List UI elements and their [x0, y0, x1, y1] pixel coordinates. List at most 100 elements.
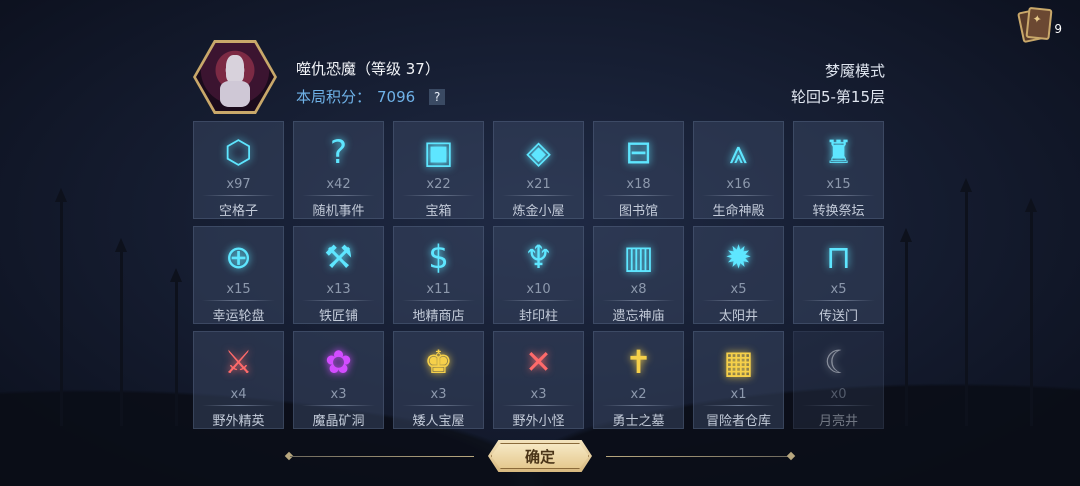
divider-line — [606, 456, 790, 457]
tile-count: x8 — [630, 282, 647, 297]
tile-divider — [302, 195, 375, 196]
tile-divider — [302, 300, 375, 301]
cycle-floor: 轮回5-第15层 — [790, 88, 885, 106]
tile-divider — [502, 300, 575, 301]
tile-divider — [602, 300, 675, 301]
deck-count: 9 — [1054, 22, 1062, 36]
tile-count: x5 — [830, 282, 847, 297]
tile-count: x97 — [226, 177, 251, 192]
crossed-swords-icon: ✕ — [525, 343, 552, 381]
tile-altar[interactable]: ♜ x15 转换祭坛 — [793, 121, 884, 219]
tile-book[interactable]: ⊟ x18 图书馆 — [593, 121, 684, 219]
tile-divider — [502, 195, 575, 196]
tile-divider — [202, 300, 275, 301]
anvil-icon: ⚒ — [324, 238, 353, 276]
tile-label: 矮人宝屋 — [412, 414, 465, 429]
spear-silhouette — [115, 238, 127, 426]
moon-well-icon: ☾ — [824, 343, 853, 381]
tile-label: 图书馆 — [618, 204, 658, 219]
tile-label: 月亮井 — [818, 414, 858, 429]
tile-label: 太阳井 — [718, 309, 758, 324]
tile-count: x13 — [326, 282, 351, 297]
tile-shop[interactable]: $ x11 地精商店 — [393, 226, 484, 324]
portal-icon: ⊓ — [826, 238, 851, 276]
tile-count: x11 — [426, 282, 451, 297]
help-button[interactable]: ? — [429, 89, 446, 105]
tile-sun-well[interactable]: ✹ x5 太阳井 — [693, 226, 784, 324]
tile-label: 冒险者仓库 — [705, 414, 771, 429]
tile-count: x0 — [830, 387, 847, 402]
spear-silhouette — [1025, 198, 1037, 426]
tile-forgotten-shrine[interactable]: ▥ x8 遗忘神庙 — [593, 226, 684, 324]
tile-count: x10 — [526, 282, 551, 297]
tile-label: 随机事件 — [312, 204, 365, 219]
tile-label: 铁匠铺 — [318, 309, 358, 324]
tile-divider — [202, 405, 275, 406]
tile-anvil[interactable]: ⚒ x13 铁匠铺 — [293, 226, 384, 324]
tile-alchemy[interactable]: ◈ x21 炼金小屋 — [493, 121, 584, 219]
tile-divider — [502, 405, 575, 406]
seal-pillar-icon: ♆ — [524, 238, 553, 276]
tile-label: 生命神殿 — [712, 204, 765, 219]
alchemy-icon: ◈ — [526, 133, 551, 171]
tile-seal-pillar[interactable]: ♆ x10 封印柱 — [493, 226, 584, 324]
tile-label: 野外小怪 — [512, 414, 565, 429]
tile-portal[interactable]: ⊓ x5 传送门 — [793, 226, 884, 324]
tile-dwarf-helmet[interactable]: ♚ x3 矮人宝屋 — [393, 331, 484, 429]
tile-divider — [202, 195, 275, 196]
score-line: 本局积分： 7096? — [296, 86, 446, 107]
roulette-icon: ⊕ — [225, 238, 252, 276]
tile-count: x21 — [526, 177, 551, 192]
boss-avatar — [193, 40, 277, 114]
tile-divider — [302, 405, 375, 406]
tile-label: 炼金小屋 — [512, 204, 565, 219]
forgotten-shrine-icon: ▥ — [623, 238, 654, 276]
temple-icon: ⩓ — [729, 133, 748, 171]
dwarf-helmet-icon: ♚ — [424, 343, 453, 381]
tile-question-mark[interactable]: ? x42 随机事件 — [293, 121, 384, 219]
tile-label: 转换祭坛 — [812, 204, 865, 219]
card-deck-button[interactable] — [1017, 6, 1053, 44]
tile-divider — [602, 405, 675, 406]
tile-count: x3 — [430, 387, 447, 402]
tile-crossed-swords[interactable]: ✕ x3 野外小怪 — [493, 331, 584, 429]
crystal-mine-icon: ✿ — [325, 343, 352, 381]
tile-hexagon[interactable]: ⬡ x97 空格子 — [193, 121, 284, 219]
tile-count: x3 — [530, 387, 547, 402]
tile-label: 封印柱 — [518, 309, 558, 324]
card-icon — [1025, 6, 1053, 41]
tile-label: 勇士之墓 — [612, 414, 665, 429]
tile-divider — [702, 195, 775, 196]
warehouse-icon: ▦ — [723, 343, 754, 381]
shop-icon: $ — [428, 238, 449, 276]
tile-divider — [802, 195, 875, 196]
tile-temple[interactable]: ⩓ x16 生命神殿 — [693, 121, 784, 219]
crossed-axes-icon: ⚔ — [224, 343, 253, 381]
tile-count: x15 — [826, 177, 851, 192]
book-icon: ⊟ — [625, 133, 652, 171]
tile-count: x16 — [726, 177, 751, 192]
confirm-button[interactable]: 确定 — [488, 440, 592, 472]
tile-count: x15 — [226, 282, 251, 297]
tile-treasure-chest[interactable]: ▣ x22 宝箱 — [393, 121, 484, 219]
score-value: 7096 — [377, 88, 416, 106]
tile-tombstone[interactable]: ✝ x2 勇士之墓 — [593, 331, 684, 429]
tile-crystal-mine[interactable]: ✿ x3 魔晶矿洞 — [293, 331, 384, 429]
tile-moon-well[interactable]: ☾ x0 月亮井 — [793, 331, 884, 429]
spear-silhouette — [900, 228, 912, 426]
tile-warehouse[interactable]: ▦ x1 冒险者仓库 — [693, 331, 784, 429]
boss-header: 噬仇恐魔（等级 37） 本局积分： 7096? 梦魇模式 轮回5-第15层 — [193, 40, 885, 114]
tile-crossed-axes[interactable]: ⚔ x4 野外精英 — [193, 331, 284, 429]
tile-label: 魔晶矿洞 — [312, 414, 365, 429]
tile-count: x3 — [330, 387, 347, 402]
boss-name: 噬仇恐魔（等级 37） — [296, 60, 440, 78]
tile-roulette[interactable]: ⊕ x15 幸运轮盘 — [193, 226, 284, 324]
tile-label: 遗忘神庙 — [612, 309, 665, 324]
altar-icon: ♜ — [824, 133, 853, 171]
confirm-button-label: 确定 — [491, 443, 589, 469]
tile-count: x1 — [730, 387, 747, 402]
tile-divider — [802, 405, 875, 406]
confirm-row: 确定 — [0, 440, 1080, 476]
spear-silhouette — [55, 188, 67, 426]
tile-label: 幸运轮盘 — [212, 309, 265, 324]
